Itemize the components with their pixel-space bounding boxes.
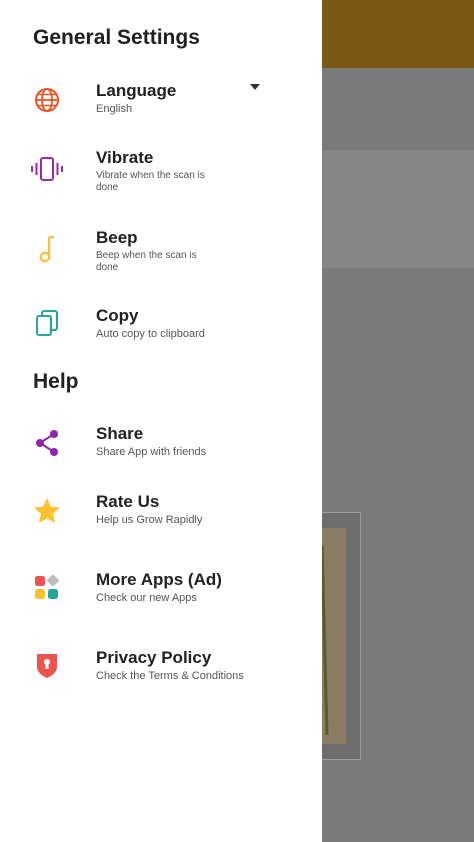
music-note-icon bbox=[30, 232, 64, 266]
drawer-item-title: Privacy Policy bbox=[96, 648, 212, 667]
drawer-item-subtitle: Share App with friends bbox=[96, 446, 207, 458]
drawer-item-title: Vibrate bbox=[96, 148, 154, 167]
drawer-item-more-apps[interactable]: More Apps (Ad) Check our new Apps bbox=[0, 570, 322, 634]
drawer-item-beep[interactable]: Beep Beep when the scan is done bbox=[0, 228, 322, 292]
drawer-item-subtitle: Vibrate when the scan is done bbox=[96, 170, 205, 193]
drawer-item-subtitle: Help us Grow Rapidly bbox=[96, 514, 203, 526]
general-settings-heading: General Settings bbox=[33, 26, 200, 49]
drawer-item-rate-us[interactable]: Rate Us Help us Grow Rapidly bbox=[0, 492, 322, 556]
drawer-item-subtitle: English bbox=[96, 103, 133, 115]
drawer-item-title: Copy bbox=[96, 306, 139, 325]
copy-icon bbox=[30, 306, 64, 340]
globe-icon bbox=[30, 83, 64, 117]
drawer-item-title: Share bbox=[96, 424, 144, 443]
drawer-item-vibrate[interactable]: Vibrate Vibrate when the scan is done bbox=[0, 148, 322, 212]
drawer-item-subtitle: Auto copy to clipboard bbox=[96, 328, 205, 340]
drawer-item-title: Language bbox=[96, 81, 177, 100]
help-heading: Help bbox=[33, 370, 79, 393]
background-card bbox=[322, 150, 474, 268]
drawer-item-share[interactable]: Share Share App with friends bbox=[0, 424, 322, 488]
privacy-shield-icon bbox=[30, 648, 64, 682]
share-icon bbox=[30, 426, 64, 460]
drawer-item-copy[interactable]: Copy Auto copy to clipboard bbox=[0, 306, 322, 370]
drawer-item-language[interactable]: Language English bbox=[0, 81, 322, 145]
star-icon bbox=[30, 494, 64, 528]
drawer-item-title: More Apps (Ad) bbox=[96, 570, 222, 589]
vibrate-icon bbox=[30, 152, 64, 186]
drawer-item-subtitle: Check the Terms & Conditions bbox=[96, 670, 244, 682]
drawer-item-title: Rate Us bbox=[96, 492, 160, 511]
drawer-item-subtitle: Check our new Apps bbox=[96, 592, 197, 604]
drawer-item-privacy-policy[interactable]: Privacy Policy Check the Terms & Conditi… bbox=[0, 648, 322, 712]
language-dropdown-arrow-icon[interactable] bbox=[250, 84, 260, 90]
drawer-item-title: Beep bbox=[96, 228, 138, 247]
navigation-drawer: General Settings Language English Vibrat… bbox=[0, 0, 322, 842]
drawer-item-subtitle: Beep when the scan is done bbox=[96, 250, 197, 273]
apps-grid-icon bbox=[30, 570, 64, 604]
